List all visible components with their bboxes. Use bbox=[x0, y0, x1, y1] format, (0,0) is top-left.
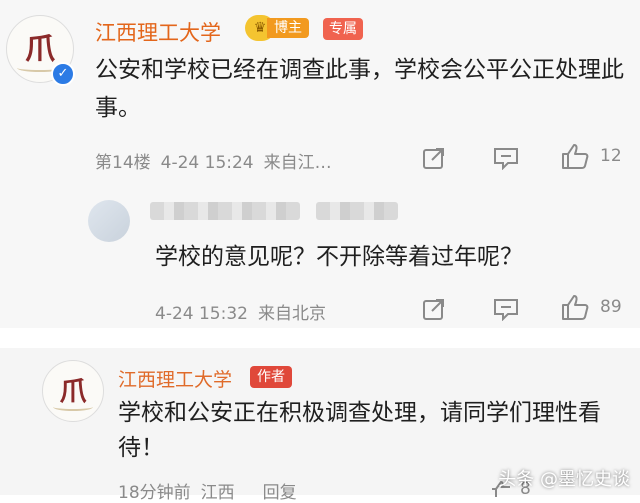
school-logo-icon: 爪 bbox=[25, 32, 55, 68]
reply-link[interactable]: 回复 bbox=[263, 483, 297, 503]
verified-icon: ✓ bbox=[51, 62, 75, 86]
timestamp: 4-24 15:32 bbox=[155, 304, 248, 324]
exclusive-badge: 专属 bbox=[323, 18, 363, 40]
comment-icon bbox=[494, 148, 518, 170]
blurred-username bbox=[150, 202, 300, 220]
timestamp: 4-24 15:24 bbox=[160, 153, 254, 173]
reply-meta: 4-24 15:32 来自北京 bbox=[155, 299, 336, 324]
timestamp: 18分钟前 bbox=[118, 483, 191, 503]
like-count: 12 bbox=[600, 146, 622, 166]
location: 来自江… bbox=[263, 153, 332, 173]
watermark: 头条 @墨忆史谈 bbox=[498, 469, 630, 490]
thumbs-up-icon bbox=[562, 144, 589, 169]
author-name[interactable]: 江西理工大学 bbox=[118, 365, 232, 392]
reply-text: 学校的意见呢？不开除等着过年呢？ bbox=[155, 244, 523, 270]
comment-text: 公安和学校已经在调查此事，学校会公平公正处理此事。 bbox=[95, 57, 624, 121]
reply-button[interactable] bbox=[492, 146, 520, 170]
comment-icon bbox=[494, 299, 518, 321]
author-badge: 作者 bbox=[250, 366, 292, 388]
floor-number: 第14楼 bbox=[95, 153, 151, 173]
thumbs-up-icon bbox=[562, 295, 589, 320]
share-icon bbox=[423, 299, 444, 320]
comment-meta: 18分钟前 江西 回复 bbox=[118, 478, 307, 503]
share-button[interactable] bbox=[421, 296, 447, 322]
divider bbox=[0, 328, 640, 348]
share-button[interactable] bbox=[421, 145, 447, 171]
author-name[interactable]: 江西理工大学 bbox=[95, 17, 221, 47]
avatar[interactable] bbox=[88, 200, 130, 242]
share-icon bbox=[423, 148, 444, 169]
avatar[interactable]: 爪 bbox=[42, 360, 104, 422]
blurred-username bbox=[316, 202, 398, 220]
like-button[interactable]: 89 bbox=[560, 293, 622, 321]
comment-text: 学校和公安正在积极调查处理，请同学们理性看待！ bbox=[118, 400, 601, 461]
location: 江西 bbox=[200, 483, 235, 503]
like-button[interactable]: 12 bbox=[560, 142, 622, 170]
reply-button[interactable] bbox=[492, 297, 520, 321]
like-count: 89 bbox=[600, 297, 622, 317]
comment-meta: 第14楼 4-24 15:24 来自江… bbox=[95, 148, 342, 173]
location: 来自北京 bbox=[257, 304, 326, 324]
